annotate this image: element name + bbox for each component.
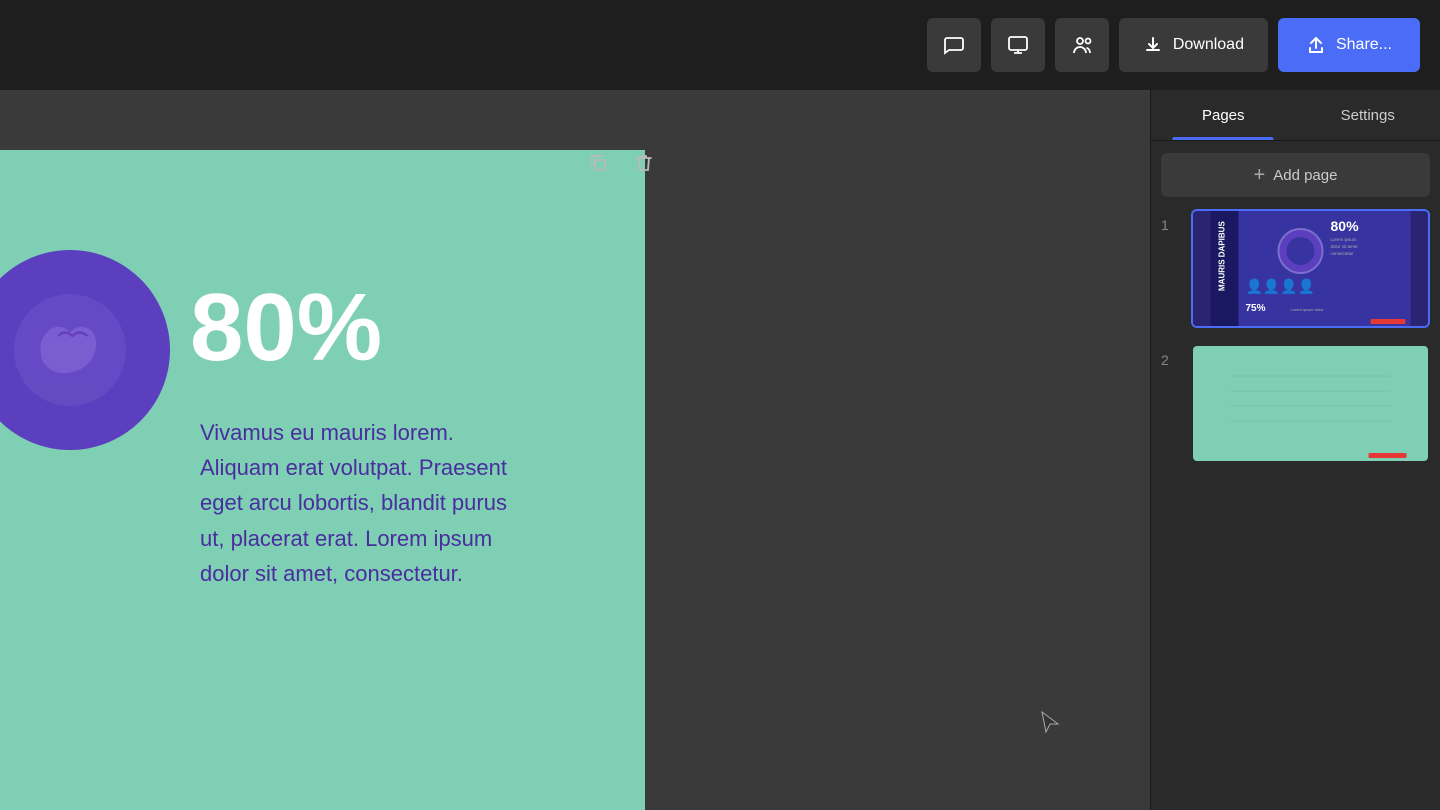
pages-list: 1 MAURIS DAPIBUS	[1151, 209, 1440, 810]
page-number-1: 1	[1161, 209, 1181, 233]
svg-text:consectetur: consectetur	[1331, 251, 1355, 256]
svg-text:👤👤👤👤: 👤👤👤👤	[1246, 278, 1316, 295]
page-item-1: 1 MAURIS DAPIBUS	[1161, 209, 1430, 328]
tab-settings[interactable]: Settings	[1296, 90, 1440, 140]
share-label: Share...	[1336, 36, 1392, 54]
page-thumbnail-1[interactable]: MAURIS DAPIBUS 80% Lorem ipsum dolor sit…	[1191, 209, 1430, 328]
panel-tabs: Pages Settings	[1151, 90, 1440, 141]
percent-stat: 80%	[190, 280, 382, 376]
add-page-button[interactable]: + Add page	[1161, 153, 1430, 197]
copy-icon	[588, 153, 608, 173]
page-item-2: 2	[1161, 344, 1430, 463]
present-icon	[1007, 34, 1029, 56]
slide-body-text: Vivamus eu mauris lorem. Aliquam erat vo…	[200, 415, 520, 591]
svg-text:75%: 75%	[1246, 303, 1266, 314]
right-panel: Pages Settings + Add page 1	[1150, 90, 1440, 810]
header: Download Share...	[0, 0, 1440, 90]
comment-button[interactable]	[927, 18, 981, 72]
present-button[interactable]	[991, 18, 1045, 72]
brain-icon	[0, 280, 140, 420]
thumbnail-preview-2	[1193, 346, 1428, 461]
canvas-area[interactable]: 80% Vivamus eu mauris lorem. Aliquam era…	[0, 90, 1150, 810]
plus-icon: +	[1254, 164, 1266, 187]
share-button[interactable]: Share...	[1278, 18, 1420, 72]
download-icon	[1143, 35, 1163, 55]
comment-icon	[943, 34, 965, 56]
svg-text:Lorem ipsum dolor: Lorem ipsum dolor	[1291, 307, 1325, 312]
tab-pages[interactable]: Pages	[1151, 90, 1296, 140]
brain-decoration	[0, 250, 170, 450]
download-button[interactable]: Download	[1119, 18, 1268, 72]
copy-element-button[interactable]	[580, 145, 616, 181]
svg-text:Lorem ipsum: Lorem ipsum	[1331, 237, 1357, 242]
mouse-cursor	[1040, 710, 1060, 730]
svg-text:MAURIS DAPIBUS: MAURIS DAPIBUS	[1218, 221, 1227, 291]
share-icon	[1306, 35, 1326, 55]
thumbnail-preview-1: MAURIS DAPIBUS 80% Lorem ipsum dolor sit…	[1193, 211, 1428, 326]
settings-tab-label: Settings	[1341, 107, 1395, 124]
trash-icon	[634, 153, 654, 173]
pages-tab-label: Pages	[1202, 107, 1245, 124]
page-thumbnail-2[interactable]	[1191, 344, 1430, 463]
people-icon	[1071, 34, 1093, 56]
svg-text:dolor sit amet: dolor sit amet	[1331, 244, 1359, 249]
canvas-toolbar	[580, 145, 662, 181]
main-area: 80% Vivamus eu mauris lorem. Aliquam era…	[0, 90, 1440, 810]
download-label: Download	[1173, 36, 1244, 54]
svg-text:80%: 80%	[1331, 218, 1360, 234]
slide-canvas[interactable]: 80% Vivamus eu mauris lorem. Aliquam era…	[0, 150, 645, 810]
page-number-2: 2	[1161, 344, 1181, 368]
delete-element-button[interactable]	[626, 145, 662, 181]
people-button[interactable]	[1055, 18, 1109, 72]
add-page-label: Add page	[1273, 167, 1337, 184]
